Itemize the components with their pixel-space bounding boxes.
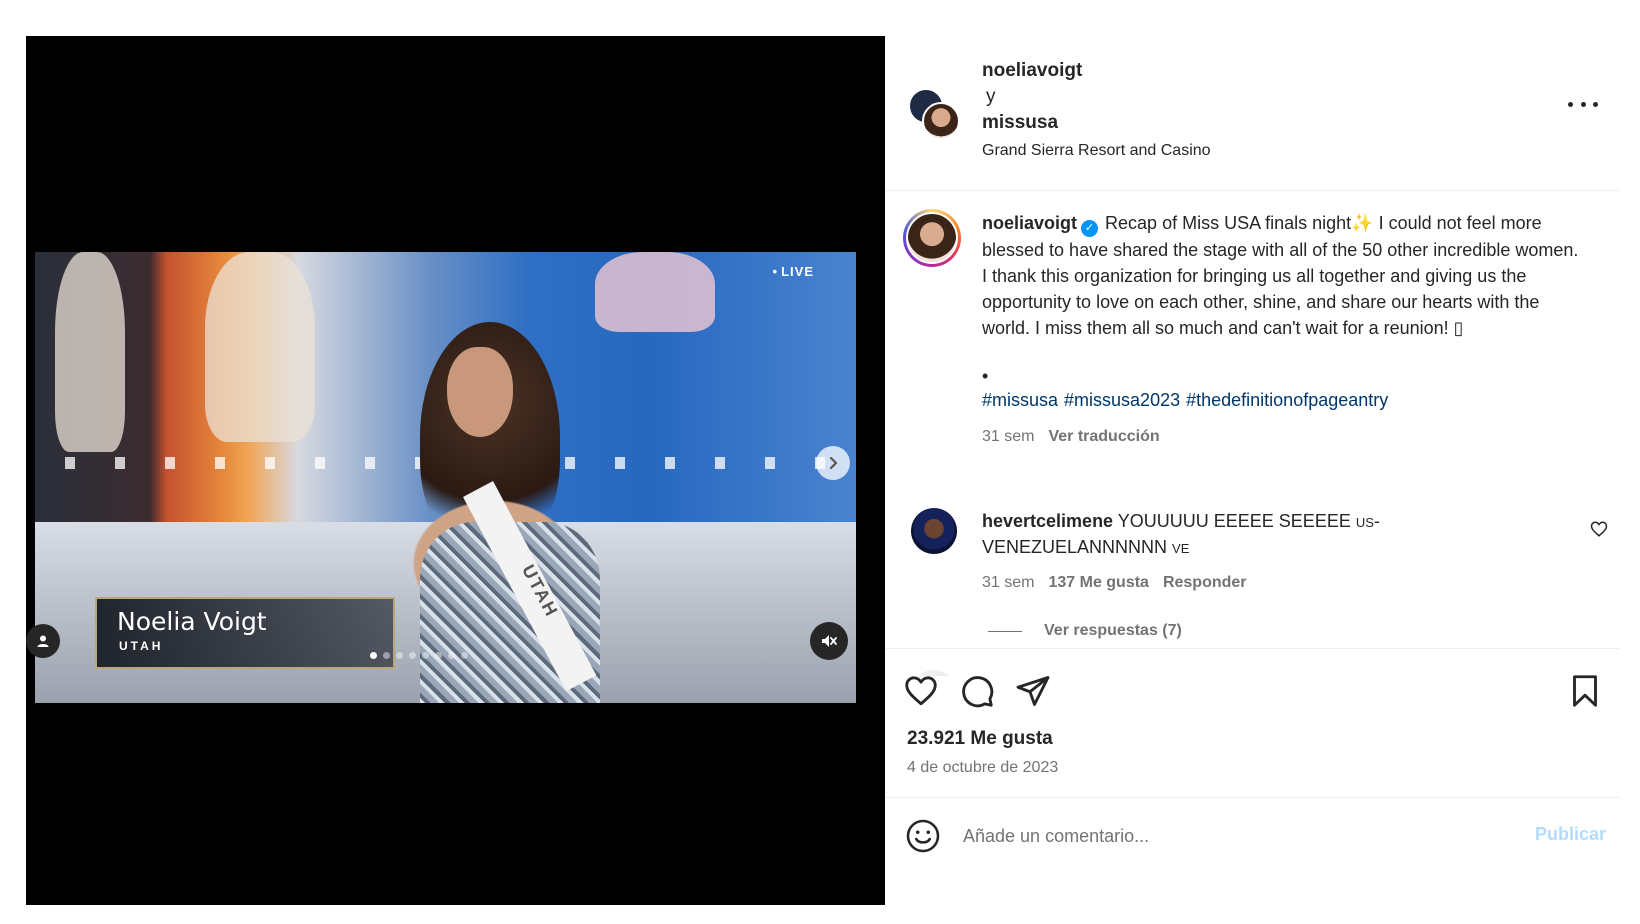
flag-ve-emoji: VE <box>1172 541 1190 556</box>
like-heart-icon[interactable] <box>903 673 939 709</box>
background-figure <box>55 252 125 452</box>
user-icon <box>37 635 49 647</box>
caption-username[interactable]: noeliavoigt <box>982 213 1077 233</box>
carousel-next-button[interactable] <box>816 446 850 480</box>
avatar-noeliavoigt <box>922 102 960 140</box>
comment-like-heart-icon[interactable] <box>1590 520 1608 538</box>
sparkles-emoji: ✨ <box>1351 213 1374 233</box>
translate-link[interactable]: Ver traducción <box>1048 428 1159 446</box>
carousel-dot <box>396 652 403 659</box>
mute-button[interactable] <box>810 622 848 660</box>
background-figure <box>205 252 315 442</box>
emoji-smiley-icon[interactable] <box>905 818 941 854</box>
post-date[interactable]: 4 de octubre de 2023 <box>907 759 1058 777</box>
flag-us-emoji: US <box>1355 515 1374 530</box>
comment-body: hevertcelimene YOUUUUU EEEEE SEEEEE US-V… <box>982 509 1502 561</box>
lower-third-graphic: Noelia Voigt UTAH <box>95 597 395 669</box>
more-dot <box>1580 101 1586 107</box>
caption-bullet: • <box>982 366 989 386</box>
contestant-face <box>447 347 513 437</box>
post-actions: 23.921 Me gusta 4 de octubre de 2023 <box>885 648 1620 798</box>
post-media: UTAH LIVE Noelia Voigt UTAH <box>26 36 885 905</box>
collab-avatars[interactable] <box>908 88 962 142</box>
video-player[interactable]: UTAH LIVE Noelia Voigt UTAH <box>35 252 856 703</box>
comment-bubble-icon[interactable] <box>959 673 995 709</box>
more-dot <box>1593 101 1598 107</box>
view-replies-label: Ver respuestas (7) <box>1044 622 1182 639</box>
post-caption: noeliavoigt ✓ Recap of Miss USA finals ni… <box>982 210 1582 341</box>
reply-button[interactable]: Responder <box>1163 574 1247 592</box>
caption-time[interactable]: 31 sem <box>982 428 1034 446</box>
comments-section[interactable]: noeliavoigt ✓ Recap of Miss USA finals ni… <box>885 192 1620 676</box>
post-details-panel: noeliavoigt y missusa Grand Sierra Resor… <box>885 36 1620 905</box>
carousel-dot <box>448 652 455 659</box>
tagged-users-button[interactable] <box>26 624 60 658</box>
chevron-right-icon <box>829 456 838 470</box>
share-paper-plane-icon[interactable] <box>1015 673 1051 709</box>
location-link[interactable]: Grand Sierra Resort and Casino <box>982 136 1211 166</box>
carousel-dot <box>383 652 390 659</box>
missing-glyph: ▯ <box>1453 318 1464 338</box>
background-figure <box>595 252 715 332</box>
hashtag-list: #missusa #missusa2023 #thedefinitionofpa… <box>982 390 1388 411</box>
carousel-indicator <box>370 652 468 659</box>
comment-avatar[interactable] <box>911 508 957 554</box>
header-username-1[interactable]: noeliavoigt <box>982 58 1211 84</box>
caption-avatar[interactable] <box>903 209 961 267</box>
likes-count[interactable]: 23.921 Me gusta <box>907 728 1053 750</box>
more-options-button[interactable] <box>1568 94 1598 114</box>
carousel-dot <box>461 652 468 659</box>
carousel-dot <box>422 652 429 659</box>
live-badge: LIVE <box>773 264 814 279</box>
publish-button[interactable]: Publicar <box>1535 824 1606 845</box>
hashtag-link[interactable]: #missusa2023 <box>1064 390 1180 411</box>
more-dot <box>1568 101 1573 107</box>
carousel-dot <box>435 652 442 659</box>
header-conjunction: y <box>986 86 996 107</box>
add-comment-bar: Publicar <box>885 797 1620 873</box>
carousel-dot <box>409 652 416 659</box>
post-header: noeliavoigt y missusa Grand Sierra Resor… <box>885 36 1620 191</box>
verified-badge-icon: ✓ <box>1081 220 1099 237</box>
comment-likes[interactable]: 137 Me gusta <box>1048 574 1148 592</box>
lower-third-state: UTAH <box>119 639 164 653</box>
view-replies-button[interactable]: Ver respuestas (7) <box>988 622 1182 640</box>
hashtag-link[interactable]: #missusa <box>982 390 1058 411</box>
comment-username[interactable]: hevertcelimene <box>982 511 1113 531</box>
speaker-muted-icon <box>822 635 837 647</box>
comment-meta: 31 sem 137 Me gusta Responder <box>982 574 1247 592</box>
carousel-dot <box>370 652 377 659</box>
hashtag-link[interactable]: #thedefinitionofpageantry <box>1186 390 1388 411</box>
comment-text-1: YOUUUUU EEEEE SEEEEE <box>1117 511 1351 531</box>
comment-time[interactable]: 31 sem <box>982 574 1034 592</box>
header-username-2[interactable]: missusa <box>982 110 1211 136</box>
replies-divider <box>988 630 1022 632</box>
caption-meta: 31 sem Ver traducción <box>982 428 1160 446</box>
bookmark-icon[interactable] <box>1567 673 1603 709</box>
caption-text-1: Recap of Miss USA finals night <box>1105 213 1352 233</box>
lower-third-name: Noelia Voigt <box>117 607 267 636</box>
comment-input[interactable] <box>963 820 1463 852</box>
